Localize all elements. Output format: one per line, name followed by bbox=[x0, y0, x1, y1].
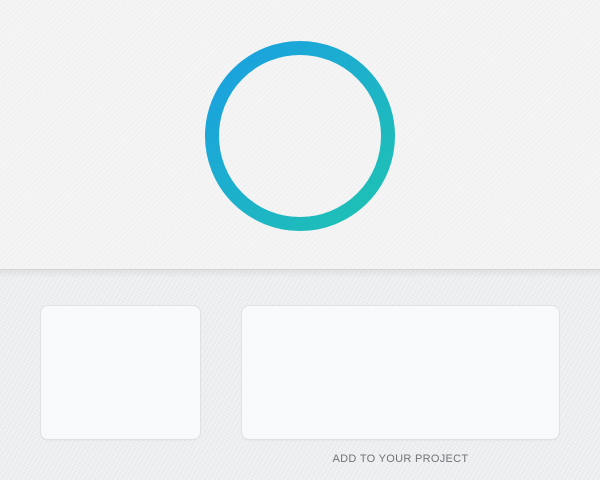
add-to-project-link[interactable]: ADD TO YOUR PROJECT bbox=[241, 453, 560, 465]
ring-svg bbox=[205, 41, 395, 231]
ring-circle bbox=[205, 41, 395, 231]
option-card-wide[interactable] bbox=[241, 305, 560, 440]
preview-area bbox=[0, 0, 600, 270]
page: ADD TO YOUR PROJECT bbox=[0, 0, 600, 480]
circle-ring-graphic bbox=[203, 39, 397, 233]
panel-divider-shadow bbox=[0, 270, 600, 278]
option-card-small[interactable] bbox=[40, 305, 201, 440]
